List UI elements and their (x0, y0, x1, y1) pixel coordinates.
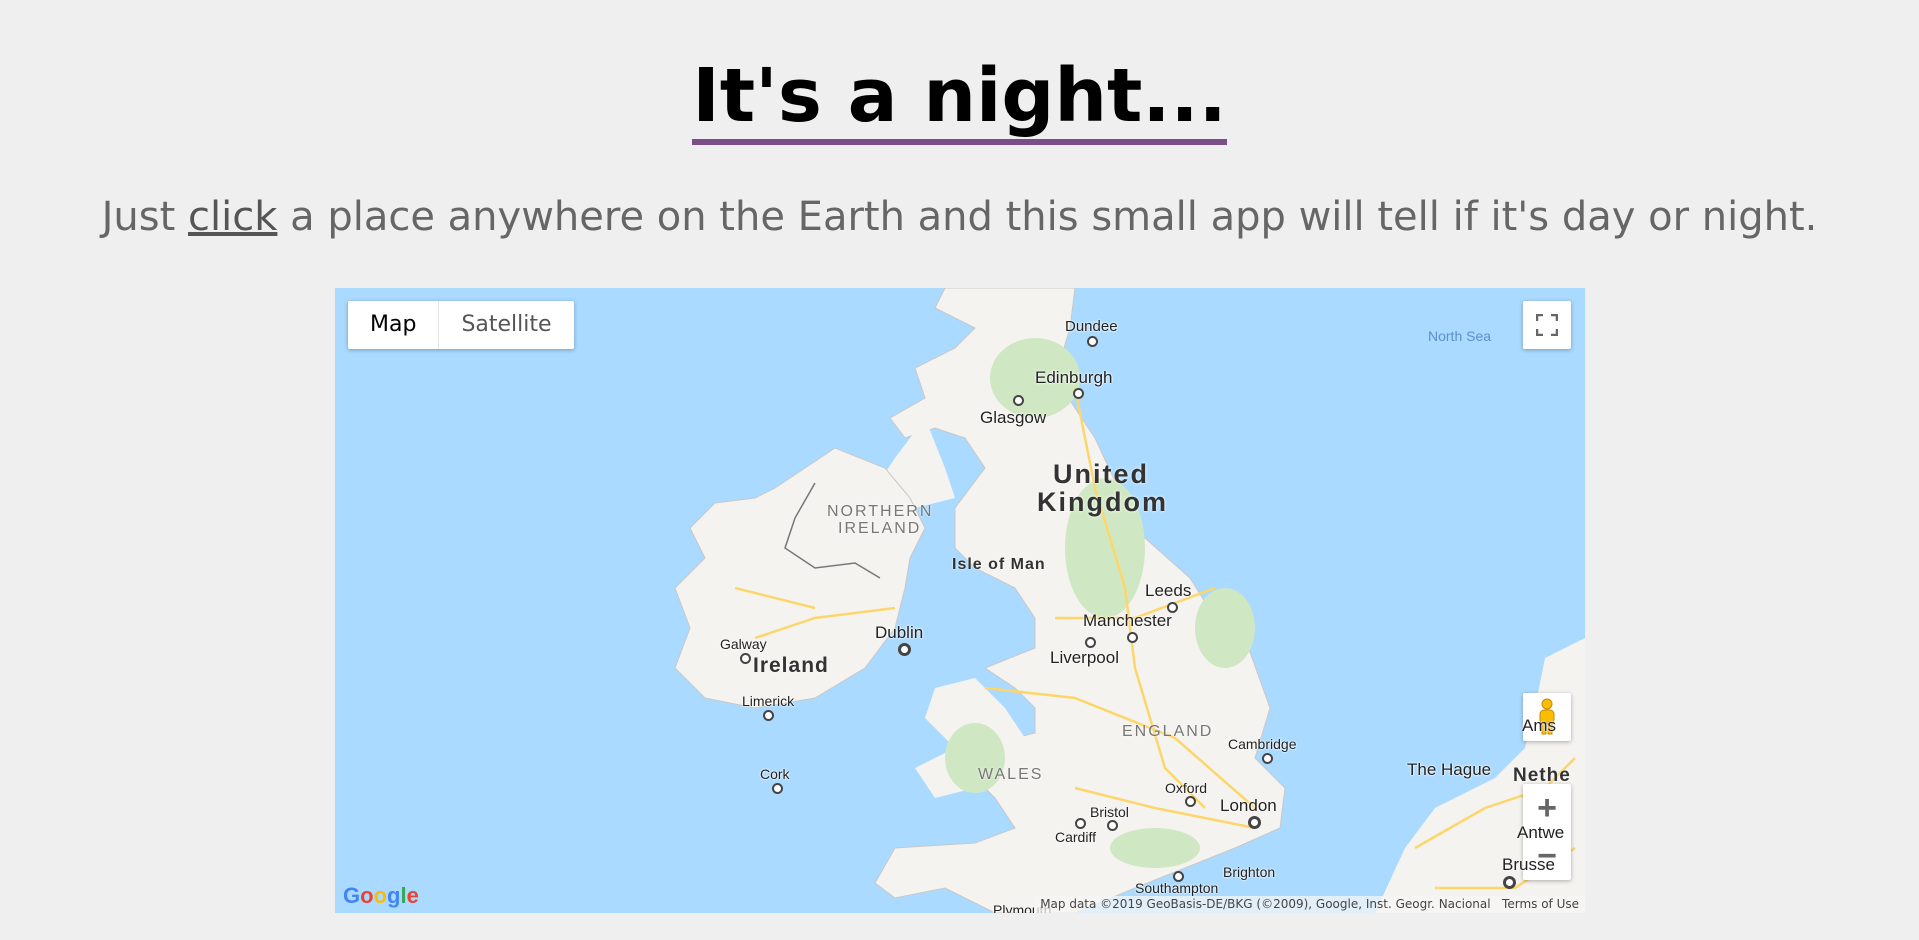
map-terrain (674, 288, 1585, 913)
map-attribution: Map data ©2019 GeoBasis-DE/BKG (©2009), … (1034, 896, 1585, 913)
label-leeds: Leeds (1145, 581, 1192, 600)
click-link[interactable]: click (188, 194, 277, 240)
city-dot (740, 653, 751, 664)
label-dublin: Dublin (875, 623, 924, 642)
city-dot (1075, 818, 1086, 829)
terms-of-use-link[interactable]: Terms of Use (1502, 897, 1579, 911)
page-title: It's a night... (0, 52, 1919, 145)
label-ireland: Ireland (753, 654, 829, 677)
fullscreen-icon (1536, 314, 1558, 336)
city-dot (1087, 336, 1098, 347)
label-north-sea: North Sea (1428, 328, 1492, 344)
city-dot (1013, 395, 1024, 406)
label-northern-ireland-2: IRELAND (838, 520, 922, 537)
city-dot (1185, 796, 1196, 807)
label-england: ENGLAND (1122, 723, 1214, 740)
city-dot (1127, 632, 1138, 643)
google-logo: Google (343, 883, 419, 908)
city-dot (763, 710, 774, 721)
label-cardiff: Cardiff (1055, 829, 1096, 845)
label-wales: WALES (978, 766, 1044, 783)
label-liverpool: Liverpool (1050, 648, 1119, 667)
label-united-kingdom-2: Kingdom (1037, 487, 1168, 517)
page-subtitle: Just click a place anywhere on the Earth… (0, 193, 1919, 241)
page-title-text: It's a night... (692, 53, 1227, 145)
label-the-hague: The Hague (1407, 760, 1492, 779)
label-brussels-partial: Brusse (1502, 855, 1555, 874)
label-cork: Cork (760, 766, 790, 782)
label-bristol: Bristol (1090, 804, 1129, 820)
label-dundee: Dundee (1065, 318, 1118, 335)
city-dot (1173, 871, 1184, 882)
label-antwerp-partial: Antwe (1517, 823, 1565, 842)
label-limerick: Limerick (742, 693, 795, 709)
city-dot (1073, 388, 1084, 399)
map-type-satellite-button[interactable]: Satellite (439, 301, 573, 349)
label-edinburgh: Edinburgh (1035, 368, 1113, 387)
fullscreen-button[interactable] (1523, 301, 1571, 349)
city-dot (898, 643, 911, 656)
city-dot (772, 783, 783, 794)
map-type-control: Map Satellite (348, 301, 574, 349)
label-cambridge: Cambridge (1228, 736, 1297, 752)
label-brighton: Brighton (1223, 864, 1276, 880)
label-london: London (1220, 796, 1277, 815)
label-oxford: Oxford (1165, 780, 1208, 796)
subtitle-after: a place anywhere on the Earth and this s… (277, 194, 1818, 240)
city-dot (1503, 876, 1516, 889)
city-dot (1107, 820, 1118, 831)
label-united-kingdom-1: United (1053, 459, 1149, 489)
city-dot (1262, 753, 1273, 764)
city-dot (1248, 816, 1261, 829)
label-northern-ireland-1: NORTHERN (827, 503, 934, 520)
map-canvas[interactable]: Map Satellite + − North Sea Dundee Edinb… (335, 288, 1585, 913)
subtitle-before: Just (101, 194, 189, 240)
label-amsterdam-partial: Ams (1522, 716, 1556, 735)
label-galway: Galway (720, 636, 767, 652)
label-southampton: Southampton (1135, 880, 1219, 896)
attribution-text: Map data ©2019 GeoBasis-DE/BKG (©2009), … (1040, 897, 1491, 911)
label-netherlands-partial: Nethe (1513, 765, 1571, 786)
city-dot (1085, 637, 1096, 648)
label-isle-of-man: Isle of Man (952, 556, 1046, 573)
label-glasgow: Glasgow (980, 408, 1047, 427)
label-manchester: Manchester (1083, 611, 1172, 630)
map-type-map-button[interactable]: Map (348, 301, 440, 349)
